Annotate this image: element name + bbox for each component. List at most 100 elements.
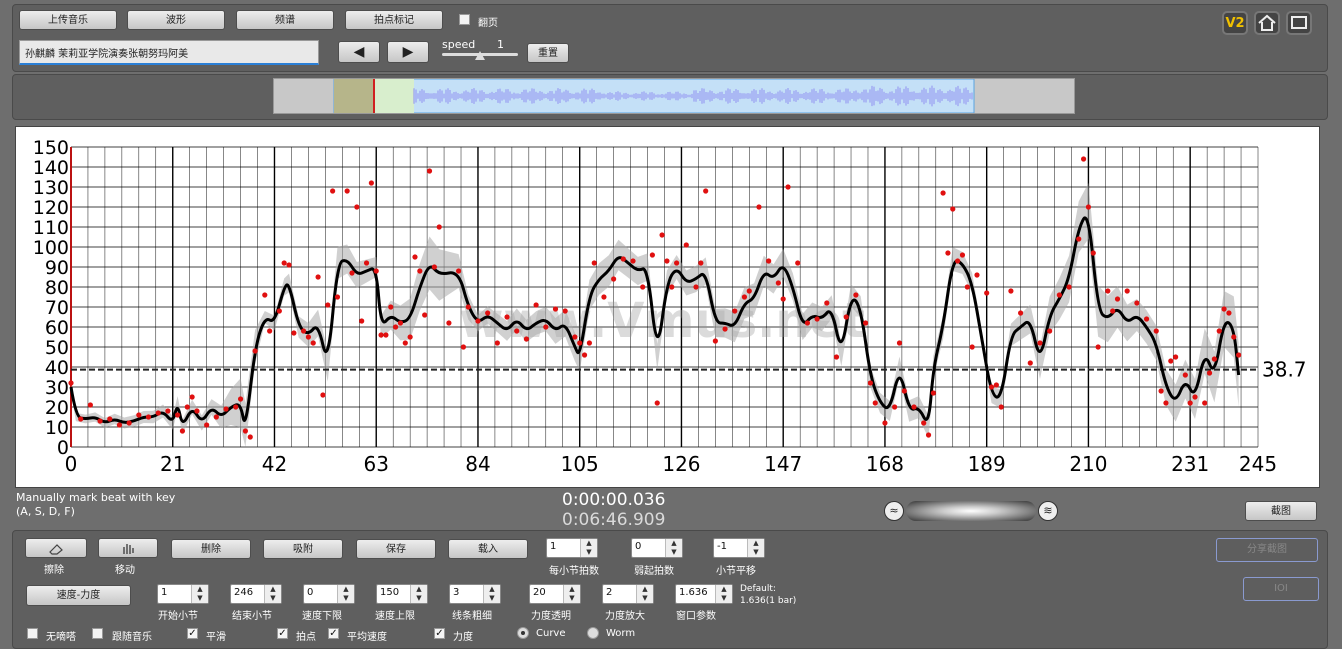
weak-beat-spinner[interactable]: 0 ▲ ▼ xyxy=(631,538,683,558)
page-flip-checkbox[interactable] xyxy=(459,14,470,25)
beat-point xyxy=(693,284,699,290)
spinner-arrows-icon[interactable]: ▲ ▼ xyxy=(715,585,732,603)
beat-point xyxy=(1134,300,1140,306)
song-title-text: 孙麒麟 茉莉亚学院演奏张朝努玛阿美 xyxy=(25,49,189,60)
tempo-max-spinner[interactable]: 150 ▲ ▼ xyxy=(376,584,428,604)
beat-point xyxy=(620,256,626,262)
tempo-min-spinner[interactable]: 0 ▲ ▼ xyxy=(303,584,355,604)
beat-point xyxy=(785,184,791,190)
spinner-arrows-icon[interactable]: ▲ ▼ xyxy=(410,585,427,603)
move-button[interactable] xyxy=(98,538,158,558)
spinner-arrows-icon[interactable]: ▲ ▼ xyxy=(483,585,500,603)
home-icon[interactable] xyxy=(1254,11,1280,35)
spinner-arrows-icon[interactable]: ▲ ▼ xyxy=(264,585,281,603)
reset-button[interactable]: 重置 xyxy=(527,43,569,63)
spinner-arrows-icon[interactable]: ▲ ▼ xyxy=(337,585,354,603)
eraser-label: 擦除 xyxy=(44,565,64,576)
spinner-arrows-icon[interactable]: ▲ ▼ xyxy=(665,539,682,557)
end-bar-spinner[interactable]: 246 ▲ ▼ xyxy=(230,584,282,604)
tempo-dynamics-button[interactable]: 速度-力度 xyxy=(26,585,131,606)
beat-point xyxy=(354,204,360,210)
volume-slider[interactable] xyxy=(906,501,1036,521)
beat-point xyxy=(305,334,311,340)
waveform-button[interactable]: 波形 xyxy=(127,10,225,30)
spinner-arrows-icon[interactable]: ▲ ▼ xyxy=(747,539,764,557)
beat-point xyxy=(1158,388,1164,394)
beats-per-bar-spinner[interactable]: 1 ▲ ▼ xyxy=(546,538,598,558)
beat-point xyxy=(213,414,219,420)
beat-point xyxy=(1037,340,1043,346)
line-width-value: 3 xyxy=(453,587,460,598)
bar-shift-spinner[interactable]: -1 ▲ ▼ xyxy=(713,538,765,558)
spinner-arrows-icon[interactable]: ▲ ▼ xyxy=(636,585,653,603)
spinner-arrows-icon[interactable]: ▲ ▼ xyxy=(563,585,580,603)
beat-point xyxy=(179,428,186,434)
overview-waveform[interactable] xyxy=(273,78,1075,114)
window-spinner[interactable]: 1.636 ▲ ▼ xyxy=(675,584,733,604)
beats-per-bar-value: 1 xyxy=(550,541,557,552)
screenshot-button[interactable]: 截图 xyxy=(1245,501,1317,521)
worm-radio[interactable] xyxy=(587,627,599,639)
beat-point xyxy=(1076,236,1082,242)
opacity-spinner[interactable]: 20 ▲ ▼ xyxy=(529,584,581,604)
play-button[interactable]: ▶ xyxy=(387,41,429,63)
volume-control[interactable]: ≈ ≋ xyxy=(884,499,1059,523)
beat-point xyxy=(1216,328,1222,334)
dynamics-checkbox[interactable]: ✓ xyxy=(434,628,445,639)
smooth-checkbox[interactable]: ✓ xyxy=(187,628,198,639)
beat-point xyxy=(247,434,253,440)
beat-point xyxy=(1105,288,1111,294)
save-button[interactable]: 保存 xyxy=(356,539,436,559)
beat-mark-button[interactable]: 拍点标记 xyxy=(345,10,443,30)
eraser-button[interactable] xyxy=(25,538,87,558)
prev-button[interactable]: ◀​ xyxy=(338,41,380,63)
no-metronome-checkbox[interactable] xyxy=(27,628,38,639)
share-screenshot-button[interactable]: 分享截图 xyxy=(1216,538,1318,562)
speed-label: speed xyxy=(442,38,476,51)
beat-point xyxy=(460,344,467,350)
delete-button[interactable]: 删除 xyxy=(171,539,251,559)
speed-slider-thumb[interactable] xyxy=(475,51,485,60)
ioi-button[interactable]: IOI xyxy=(1243,577,1319,601)
beat-point xyxy=(630,258,636,264)
beat-point xyxy=(853,292,859,298)
beat-point xyxy=(964,284,970,290)
spectrum-button[interactable]: 频谱 xyxy=(236,10,334,30)
spinner-arrows-icon[interactable]: ▲ ▼ xyxy=(191,585,208,603)
beat-point xyxy=(974,272,980,278)
beat-point xyxy=(940,190,946,196)
follow-music-checkbox[interactable] xyxy=(92,628,103,639)
line-width-spinner[interactable]: 3 ▲ ▼ xyxy=(449,584,501,604)
beat-point xyxy=(901,388,907,394)
curve-radio[interactable] xyxy=(517,627,529,639)
dyn-scale-spinner[interactable]: 2 ▲ ▼ xyxy=(602,584,654,604)
load-button[interactable]: 载入 xyxy=(448,539,528,559)
volume-low-icon: ≈ xyxy=(884,501,904,521)
tempo-chart[interactable]: 0 21 42 63 84 105 126 147 168 189 210 231 2450102030… xyxy=(16,127,1319,487)
beat-point xyxy=(780,296,786,302)
beat-point xyxy=(872,400,878,406)
beat-point xyxy=(766,258,772,264)
upload-music-button[interactable]: 上传音乐 xyxy=(19,10,117,30)
fullscreen-icon[interactable] xyxy=(1286,11,1312,35)
x-tick-label: 210 xyxy=(1069,452,1107,476)
beat-point xyxy=(1056,292,1062,298)
x-tick-label: 42 xyxy=(262,452,287,476)
beat-point xyxy=(862,320,869,326)
beat-point xyxy=(993,382,999,388)
beat-point xyxy=(373,268,379,274)
v2-badge[interactable]: V2 xyxy=(1222,11,1248,35)
tempo-curve xyxy=(69,216,1241,424)
song-title-field[interactable]: 孙麒麟 茉莉亚学院演奏张朝努玛阿美 xyxy=(19,40,319,65)
beat-point xyxy=(300,328,307,334)
start-bar-spinner[interactable]: 1 ▲ ▼ xyxy=(157,584,209,604)
beat-point xyxy=(698,260,704,266)
snap-button[interactable]: 吸附 xyxy=(263,539,343,559)
spinner-arrows-icon[interactable]: ▲ ▼ xyxy=(580,539,597,557)
avg-tempo-checkbox[interactable]: ✓ xyxy=(328,628,339,639)
beat-point xyxy=(586,340,593,346)
total-time: 0:06:46.909 xyxy=(562,510,666,530)
beat-points-checkbox[interactable]: ✓ xyxy=(277,628,288,639)
y-tick-label: 30 xyxy=(45,377,69,399)
dyn-scale-value: 2 xyxy=(606,587,613,598)
